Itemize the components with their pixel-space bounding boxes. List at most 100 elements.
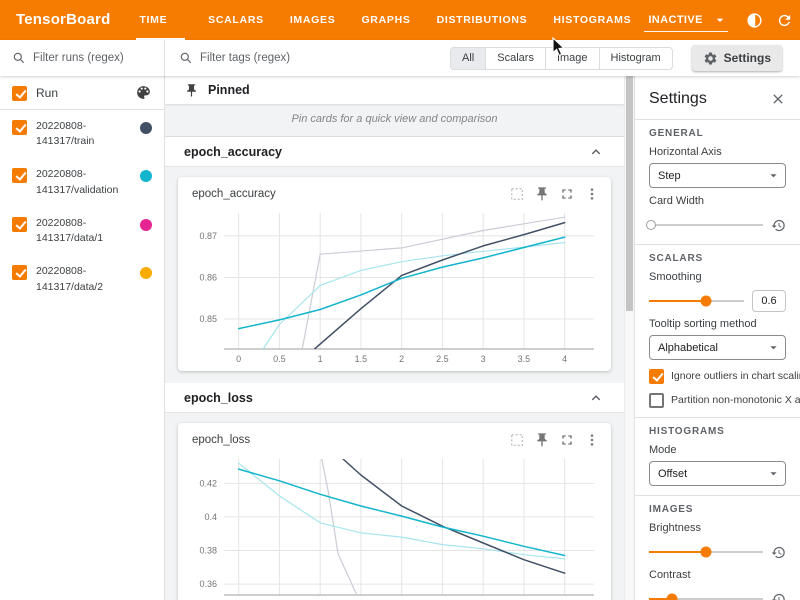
reset-icon[interactable] (771, 545, 786, 560)
svg-text:1.5: 1.5 (355, 354, 368, 364)
runs-header-label: Run (36, 86, 126, 100)
pin-card-icon[interactable] (534, 432, 550, 448)
slider-thumb[interactable] (701, 296, 712, 307)
run-color-dot (140, 122, 152, 134)
svg-text:0.85: 0.85 (199, 314, 217, 324)
search-icon (179, 51, 193, 65)
theme-toggle-button[interactable] (740, 6, 768, 34)
tab-graphs[interactable]: GRAPHS (348, 0, 423, 40)
open-settings-button[interactable]: Settings (692, 45, 782, 71)
partition-x-axis-checkbox[interactable] (649, 393, 664, 408)
chevron-down-icon (766, 168, 781, 183)
reload-status-dropdown[interactable]: INACTIVE (644, 9, 728, 32)
runs-header-row: Run (0, 76, 164, 110)
reset-icon[interactable] (771, 218, 786, 233)
chevron-up-icon[interactable] (587, 389, 605, 407)
svg-text:3: 3 (481, 354, 486, 364)
card-title: epoch_loss (192, 434, 509, 446)
svg-text:0.4: 0.4 (204, 512, 217, 522)
section-title: epoch_accuracy (184, 145, 587, 159)
pin-icon (184, 83, 199, 98)
run-row-data-2: 20220808-141317/data/2 (0, 255, 164, 303)
ignore-outliers-row: Ignore outliers in chart scaling (649, 368, 786, 384)
settings-heading-images: IMAGES (649, 504, 786, 515)
tooltip-sorting-label: Tooltip sorting method (649, 318, 786, 330)
run-name: 20220808-141317/data/1 (36, 216, 131, 246)
svg-text:2.5: 2.5 (436, 354, 449, 364)
chevron-up-icon[interactable] (587, 143, 605, 161)
chip-scalars[interactable]: Scalars (486, 48, 546, 69)
chevron-down-icon (766, 466, 781, 481)
palette-icon[interactable] (135, 84, 152, 101)
close-icon[interactable] (770, 91, 786, 107)
fullscreen-icon[interactable] (559, 432, 575, 448)
refresh-button[interactable] (770, 6, 798, 34)
tab-distributions[interactable]: DISTRIBUTIONS (424, 0, 541, 40)
filter-runs-input[interactable] (33, 52, 158, 64)
settings-heading-histograms: HISTOGRAMS (649, 426, 786, 437)
brightness-slider[interactable] (649, 551, 763, 553)
divider (635, 119, 800, 120)
epoch-accuracy-chart[interactable]: 00.511.522.533.540.850.860.87 (180, 207, 608, 369)
chevron-down-icon (712, 12, 728, 28)
run-checkbox[interactable] (12, 168, 27, 183)
tab-scalars[interactable]: SCALARS (195, 0, 277, 40)
ignore-outliers-checkbox[interactable] (649, 369, 664, 384)
runs-select-all-checkbox[interactable] (12, 86, 27, 101)
slider-thumb[interactable] (666, 594, 677, 600)
card-header: epoch_loss (180, 427, 609, 453)
smoothing-value-input[interactable]: 0.6 (752, 290, 786, 312)
more-options-icon[interactable] (584, 186, 600, 202)
card-actions (509, 186, 600, 202)
cards-scroll-area: Pinned Pin cards for a quick view and co… (165, 76, 624, 600)
smoothing-label: Smoothing (649, 271, 786, 283)
brightness-label: Brightness (649, 522, 786, 534)
svg-text:0: 0 (236, 354, 241, 364)
tooltip-sorting-select[interactable]: Alphabetical (649, 335, 786, 360)
run-color-dot (140, 219, 152, 231)
chip-image[interactable]: Image (546, 48, 600, 69)
pin-card-icon[interactable] (534, 186, 550, 202)
settings-heading-scalars: SCALARS (649, 253, 786, 264)
partition-x-axis-label: Partition non-monotonic X axis (671, 394, 800, 406)
fit-domain-icon[interactable] (509, 186, 525, 202)
reset-icon[interactable] (771, 592, 786, 600)
svg-text:0.87: 0.87 (199, 231, 217, 241)
fullscreen-icon[interactable] (559, 186, 575, 202)
chip-all[interactable]: All (451, 48, 486, 69)
divider (635, 244, 800, 245)
brightness-slider-row (649, 542, 786, 562)
tab-images[interactable]: IMAGES (277, 0, 349, 40)
smoothing-slider[interactable] (649, 300, 744, 302)
card-width-slider[interactable] (649, 224, 763, 226)
scrollbar-thumb[interactable] (626, 76, 633, 311)
app-body: Run 20220808-141317/train 20220808-14131… (0, 76, 800, 600)
run-checkbox[interactable] (12, 265, 27, 280)
filter-tags-input[interactable] (200, 52, 443, 64)
run-row-data-1: 20220808-141317/data/1 (0, 207, 164, 255)
pinned-section-header: Pinned (165, 76, 624, 104)
topbar-actions: INACTIVE (644, 0, 800, 40)
run-checkbox[interactable] (12, 120, 27, 135)
smoothing-slider-row: 0.6 (649, 291, 786, 311)
tab-histograms[interactable]: HISTOGRAMS (540, 0, 644, 40)
histogram-mode-select[interactable]: Offset (649, 461, 786, 486)
tab-time-series[interactable]: TIME SERIES (126, 0, 195, 40)
slider-thumb[interactable] (701, 547, 712, 558)
run-checkbox[interactable] (12, 217, 27, 232)
horizontal-axis-select[interactable]: Step (649, 163, 786, 188)
fit-domain-icon[interactable] (509, 432, 525, 448)
section-title: epoch_loss (184, 391, 587, 405)
chevron-down-icon (766, 340, 781, 355)
chip-histogram[interactable]: Histogram (600, 48, 672, 69)
svg-text:0.36: 0.36 (199, 579, 217, 589)
contrast-slider-row (649, 589, 786, 600)
tags-filter-area: All Scalars Image Histogram Settings (165, 40, 800, 76)
svg-text:0.38: 0.38 (199, 546, 217, 556)
epoch-loss-chart[interactable]: 00.511.522.533.540.360.380.40.42 (180, 453, 608, 600)
gear-icon (703, 51, 718, 66)
partition-x-axis-row: Partition non-monotonic X axis (649, 392, 786, 408)
more-options-icon[interactable] (584, 432, 600, 448)
run-row-train: 20220808-141317/train (0, 110, 164, 158)
slider-thumb[interactable] (646, 220, 656, 230)
